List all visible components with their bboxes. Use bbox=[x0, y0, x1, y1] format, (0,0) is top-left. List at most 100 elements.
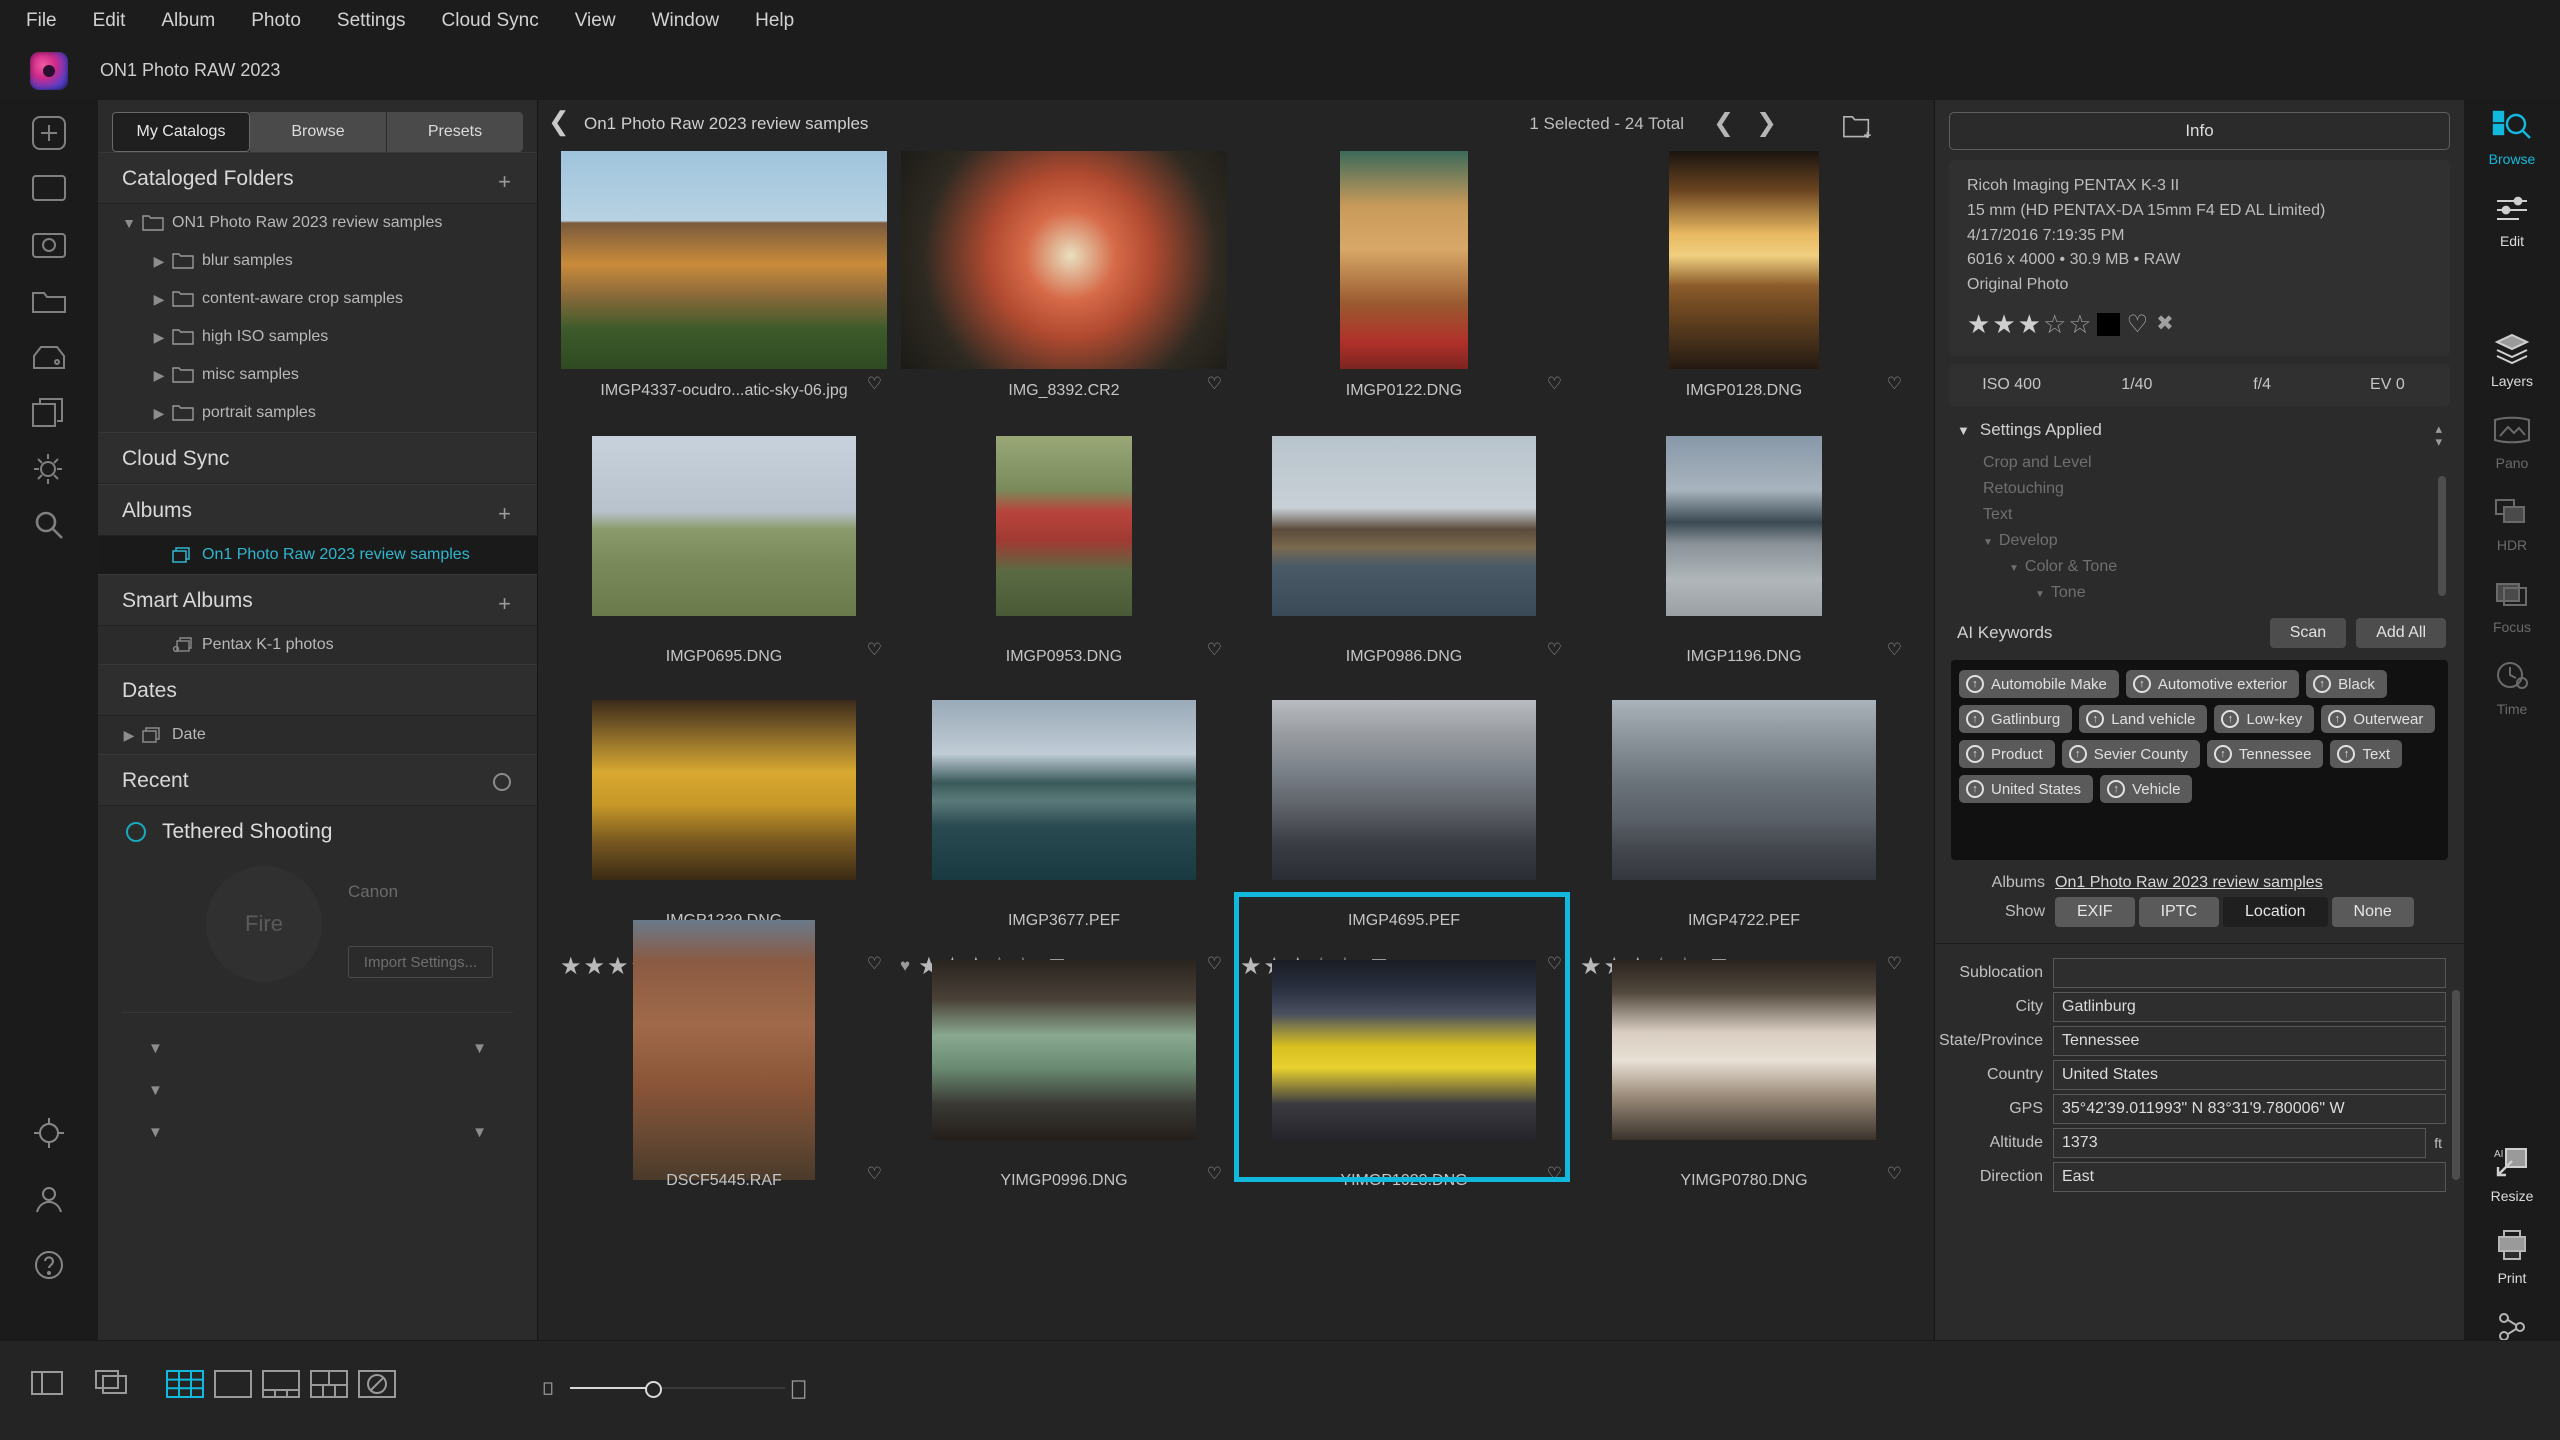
altitude-field[interactable] bbox=[2053, 1127, 2426, 1158]
thumbnail[interactable] bbox=[1574, 936, 1914, 1164]
keyword-chip[interactable]: ↑ Product bbox=[1959, 740, 2055, 769]
collapse-row-2[interactable]: ▼x bbox=[98, 1069, 537, 1111]
rating-control[interactable]: ★ ★ ★ ☆ ☆ ♡ ✖ bbox=[1967, 304, 2432, 344]
menu-item-settings[interactable]: Settings bbox=[337, 10, 406, 32]
photo-cell[interactable]: DSCF5445.RAF ♡ bbox=[554, 919, 894, 1280]
toggle-left-panel-icon[interactable] bbox=[30, 1369, 64, 1397]
add-icon[interactable]: + bbox=[498, 501, 511, 527]
favorite-icon[interactable]: ♡ bbox=[867, 374, 882, 394]
add-icon[interactable]: + bbox=[498, 169, 511, 195]
thumbnail[interactable] bbox=[554, 676, 894, 904]
thumbnail[interactable] bbox=[894, 146, 1234, 374]
module-layers[interactable]: Layers bbox=[2464, 330, 2560, 389]
menu-item-album[interactable]: Album bbox=[161, 10, 215, 32]
add-keyword-icon[interactable]: ↑ bbox=[2068, 745, 2087, 764]
color-label-swatch[interactable] bbox=[2096, 312, 2120, 336]
add-icon[interactable] bbox=[28, 112, 70, 154]
nav-arrows[interactable]: ❮❯ bbox=[1713, 108, 1799, 138]
gps-field[interactable] bbox=[2053, 1093, 2446, 1124]
chevron-down-icon[interactable]: ▼ bbox=[148, 1124, 163, 1141]
like-icon[interactable]: ♡ bbox=[2127, 306, 2149, 343]
state-province-field[interactable] bbox=[2053, 1025, 2446, 1056]
add-keyword-icon[interactable]: ↑ bbox=[2213, 745, 2232, 764]
clear-recent-icon[interactable] bbox=[493, 773, 511, 791]
sidebar-date-item[interactable]: ▶ Date bbox=[98, 716, 537, 754]
thumbnail[interactable] bbox=[554, 146, 894, 374]
keyword-chip[interactable]: ↑ Low-key bbox=[2214, 705, 2315, 734]
chevron-down-icon[interactable]: ▼ bbox=[1983, 537, 1993, 548]
view-mode-disabled-view[interactable] bbox=[357, 1369, 397, 1404]
sidebar-folder-misc-samples[interactable]: ▶ misc samples bbox=[98, 356, 537, 394]
updown-icon[interactable]: ▴ ▾ bbox=[2435, 422, 2442, 448]
city-field[interactable] bbox=[2053, 991, 2446, 1022]
camera-icon[interactable] bbox=[28, 224, 70, 266]
import-settings-button[interactable]: Import Settings... bbox=[348, 946, 493, 978]
sidebar-folder-on1-photo-raw-2023-review-samples[interactable]: ▼ ON1 Photo Raw 2023 review samples bbox=[98, 204, 537, 242]
module-focus[interactable]: Focus bbox=[2464, 576, 2560, 635]
settings-applied-header[interactable]: ▼ Settings Applied ▴ ▾ bbox=[1935, 420, 2464, 448]
keyword-chip[interactable]: ↑ Automotive exterior bbox=[2125, 670, 2300, 699]
add-keyword-icon[interactable]: ↑ bbox=[2107, 780, 2126, 799]
favorite-icon[interactable]: ♡ bbox=[867, 640, 882, 660]
sublocation-field[interactable] bbox=[2053, 957, 2446, 988]
tab-info[interactable]: Info bbox=[1949, 112, 2450, 150]
add-keyword-icon[interactable]: ↑ bbox=[2132, 675, 2151, 694]
add-icon[interactable]: + bbox=[498, 591, 511, 617]
breadcrumb[interactable]: On1 Photo Raw 2023 review samples bbox=[584, 114, 868, 134]
chevron-down-icon[interactable]: ▼ bbox=[148, 1040, 163, 1057]
menu-item-help[interactable]: Help bbox=[755, 10, 794, 32]
module-hdr[interactable]: HDR bbox=[2464, 494, 2560, 553]
favorite-icon[interactable]: ♡ bbox=[1547, 1164, 1562, 1184]
sidebar-smart-album-item[interactable]: Pentax K-1 photos bbox=[98, 626, 537, 664]
metadata-tab-iptc[interactable]: IPTC bbox=[2138, 896, 2220, 927]
favorite-icon[interactable]: ♡ bbox=[1547, 374, 1562, 394]
rating-star[interactable]: ★ bbox=[1992, 304, 2015, 344]
thumbnail[interactable] bbox=[1234, 936, 1574, 1164]
collapse-row-3[interactable]: ▼ ▼ bbox=[98, 1111, 537, 1153]
chevron-right-icon[interactable]: ▶ bbox=[146, 405, 172, 422]
chevron-down-icon[interactable]: ▼ bbox=[472, 1124, 487, 1141]
menu-item-window[interactable]: Window bbox=[652, 10, 720, 32]
add-keyword-icon[interactable]: ↑ bbox=[2221, 710, 2240, 729]
keyword-chip[interactable]: ↑ Automobile Make bbox=[1959, 670, 2119, 699]
thumbnail-size-slider[interactable] bbox=[540, 1380, 806, 1399]
fire-button[interactable]: Fire bbox=[206, 866, 322, 982]
favorite-icon[interactable]: ♡ bbox=[1547, 640, 1562, 660]
metadata-tab-exif[interactable]: EXIF bbox=[2055, 896, 2135, 927]
help-icon[interactable] bbox=[28, 1244, 70, 1286]
direction-field[interactable] bbox=[2053, 1161, 2446, 1192]
favorite-icon[interactable]: ♡ bbox=[1207, 374, 1222, 394]
chevron-down-icon[interactable]: ▼ bbox=[2035, 589, 2045, 600]
chevron-right-icon[interactable]: ▶ bbox=[146, 291, 172, 308]
rating-star[interactable]: ☆ bbox=[2068, 304, 2091, 344]
account-icon[interactable] bbox=[28, 1178, 70, 1220]
thumbnail[interactable] bbox=[554, 412, 894, 640]
keyword-chip[interactable]: ↑ Land vehicle bbox=[2079, 705, 2208, 734]
display-icon[interactable] bbox=[28, 168, 70, 210]
metadata-tab-location[interactable]: Location bbox=[2223, 896, 2328, 927]
menu-item-cloud-sync[interactable]: Cloud Sync bbox=[442, 10, 539, 32]
thumbnail[interactable] bbox=[894, 412, 1234, 640]
secondary-display-icon[interactable] bbox=[94, 1369, 128, 1397]
sidebar-tab-my-catalogs[interactable]: My Catalogs bbox=[112, 112, 250, 152]
thumbnail[interactable] bbox=[554, 919, 894, 1181]
module-pano[interactable]: Pano bbox=[2464, 412, 2560, 471]
chevron-down-icon[interactable]: ▼ bbox=[116, 215, 142, 231]
rating-star[interactable]: ☆ bbox=[2043, 304, 2066, 344]
photo-cell[interactable]: YIMGP0780.DNG ♡ bbox=[1574, 936, 1914, 1280]
menu-item-photo[interactable]: Photo bbox=[251, 10, 301, 32]
drive-icon[interactable] bbox=[28, 336, 70, 378]
sidebar-album-item[interactable]: On1 Photo Raw 2023 review samples bbox=[98, 536, 537, 574]
collapse-row-1[interactable]: ▼ ▼ bbox=[98, 1027, 537, 1069]
favorite-icon[interactable]: ♡ bbox=[867, 1164, 882, 1184]
sidebar-tab-presets[interactable]: Presets bbox=[387, 112, 523, 152]
add-keyword-icon[interactable]: ↑ bbox=[1966, 745, 1984, 764]
chevron-right-icon[interactable]: ▶ bbox=[116, 727, 142, 744]
favorite-icon[interactable]: ♡ bbox=[1887, 640, 1902, 660]
new-folder-icon[interactable] bbox=[1842, 114, 1874, 139]
favorite-icon[interactable]: ♡ bbox=[1207, 640, 1222, 660]
keyword-chip[interactable]: ↑ Tennessee bbox=[2206, 740, 2324, 769]
keyword-chip[interactable]: ↑ Gatlinburg bbox=[1959, 705, 2073, 734]
keyword-chip[interactable]: ↑ Outerwear bbox=[2321, 705, 2436, 734]
module-resize[interactable]: AI Resize bbox=[2464, 1145, 2560, 1204]
